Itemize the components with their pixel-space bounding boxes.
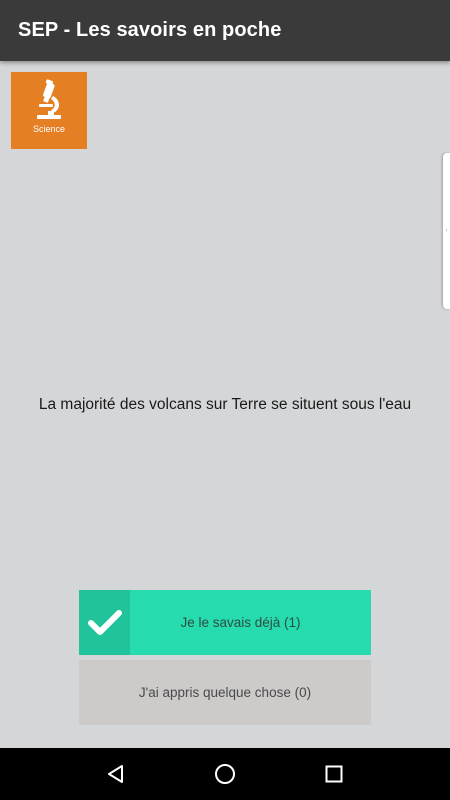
app-title: SEP - Les savoirs en poche [18, 19, 282, 41]
app-bar: SEP - Les savoirs en poche [0, 0, 450, 61]
system-nav-bar [0, 748, 450, 800]
recents-square-icon [325, 765, 343, 783]
fact-card-screen: Science ‹ La majorité des volcans sur Te… [0, 61, 450, 748]
fact-text: La majorité des volcans sur Terre se sit… [38, 396, 412, 413]
checkmark-icon [87, 609, 122, 635]
learned-something-button[interactable]: J'ai appris quelque chose (0) [79, 660, 371, 725]
knew-it-button[interactable]: Je le savais déjà (1) [79, 590, 371, 655]
learned-something-label: J'ai appris quelque chose (0) [138, 685, 312, 700]
drawer-grip-icon: ‹ [445, 227, 448, 234]
category-badge[interactable]: Science [11, 72, 87, 149]
side-drawer-handle[interactable]: ‹ [443, 153, 450, 309]
knew-it-label: Je le savais déjà (1) [180, 615, 301, 630]
nav-back-button[interactable] [92, 750, 140, 798]
category-label: Science [32, 124, 66, 134]
home-circle-icon [214, 764, 235, 784]
microscope-icon [37, 79, 61, 119]
nav-recents-button[interactable] [310, 750, 358, 798]
checkmark-box [79, 590, 130, 655]
back-triangle-icon [108, 765, 124, 783]
nav-home-button[interactable] [201, 750, 249, 798]
